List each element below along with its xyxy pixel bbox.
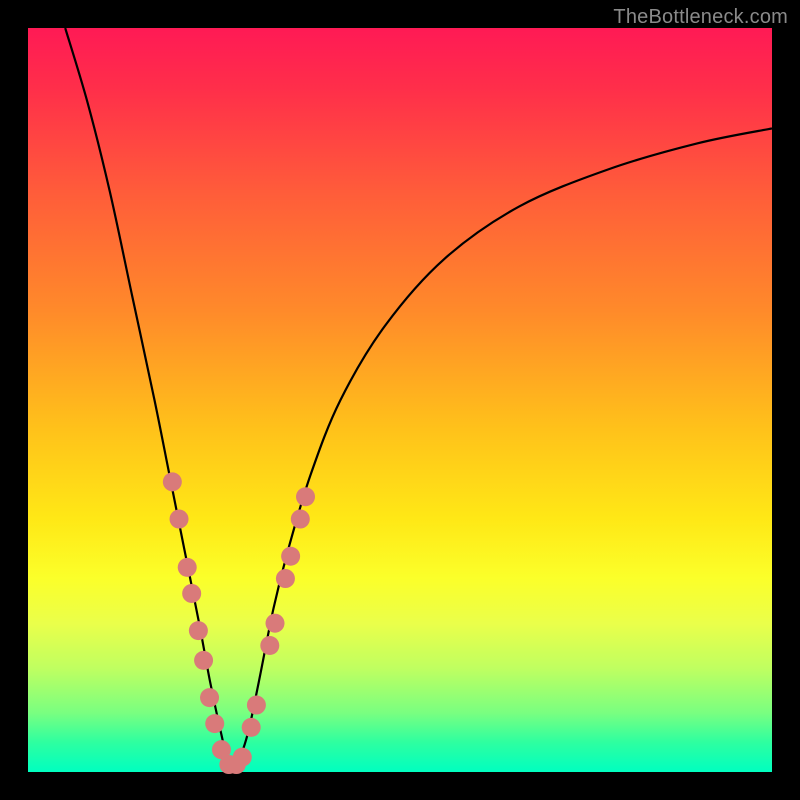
curve-marker <box>189 621 208 640</box>
curve-marker <box>205 714 224 733</box>
curve-marker <box>233 748 252 767</box>
curve-marker <box>291 510 310 529</box>
curve-marker <box>163 472 182 491</box>
marker-group <box>163 472 315 774</box>
curve-marker <box>194 651 213 670</box>
curve-marker <box>260 636 279 655</box>
curve-marker <box>266 614 285 633</box>
curve-marker <box>200 688 219 707</box>
bottleneck-curve <box>65 28 772 768</box>
plot-area <box>28 28 772 772</box>
curve-marker <box>182 584 201 603</box>
chart-container: TheBottleneck.com <box>0 0 800 800</box>
curve-marker <box>281 547 300 566</box>
curve-marker <box>178 558 197 577</box>
curve-marker <box>247 696 266 715</box>
curve-marker <box>170 510 189 529</box>
curve-marker <box>296 487 315 506</box>
watermark-text: TheBottleneck.com <box>613 6 788 29</box>
curve-marker <box>242 718 261 737</box>
curve-svg <box>28 28 772 772</box>
curve-marker <box>276 569 295 588</box>
